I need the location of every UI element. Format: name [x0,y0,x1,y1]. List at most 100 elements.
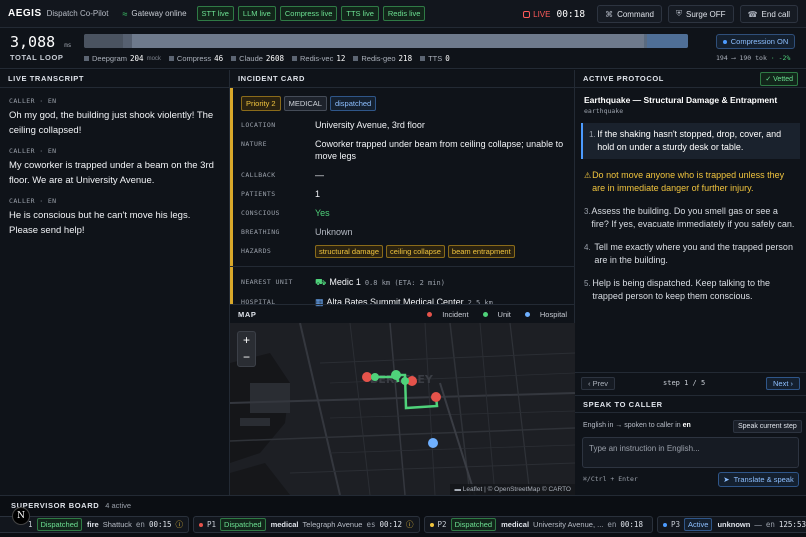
latency-legend: Deepgram 204 mock Compress 46 Claude 2608 Re… [84,54,458,63]
unit-key: NEAREST UNIT [241,278,293,286]
step-number: 3. [584,207,591,216]
total-number: 3,088 [10,33,56,51]
case-status: Dispatched [220,518,266,531]
warning-icon: ⚠ [584,171,592,180]
top-bar: AEGIS Dispatch Co-Pilot ≈ Gateway online… [0,0,806,28]
legend-deepgram: Deepgram 204 mock [84,54,161,63]
latency-segment-redis-geo [647,34,688,48]
hazards-list: structural damage ceiling collapse beam en… [315,245,567,258]
speak-title: SPEAK TO CALLER [575,395,806,413]
alert-icon: ⓘ [406,520,414,529]
case-item[interactable]: P3 Active unknown — en 125:53 [656,516,806,533]
hazard-tag: beam entrapment [447,245,515,258]
legend-redis-geo: Redis-geo 218 [353,54,412,63]
protocol-panel: ACTIVE PROTOCOL ✓ Vetted Earthquake — St… [575,70,806,495]
protocol-step[interactable]: 4. Tell me exactly where you and the tra… [575,241,806,267]
latency-segment-compress [123,34,132,48]
protocol-step[interactable]: 5. Help is being dispatched. Keep talkin… [575,277,806,303]
legend-incident: Incident [420,310,469,319]
case-item[interactable]: P1 Dispatched medical Telegraph Avenue e… [193,516,420,533]
speak-current-step-button[interactable]: Speak current step [733,420,802,433]
service-pills: STT live LLM live Compress live TTS live… [193,6,426,21]
unit-marker[interactable] [391,370,401,380]
vetted-badge: ✓ Vetted [760,71,798,86]
hazards-key: HAZARDS [241,247,272,255]
map-view[interactable]: BERKELEY + − ▬ Leaflet | © OpenStreetMap… [230,323,575,495]
unit-marker[interactable] [371,373,379,381]
step-indicator: step 1 / 5 [663,379,706,387]
service-pill-llm: LLM live [237,6,276,21]
case-list: 1 Dispatched fire Shattuck en 00:15 ⓘ P1… [0,516,806,533]
translate-speak-label: Translate & speak [733,475,794,484]
surge-button[interactable]: ⛨ Surge OFF [667,5,734,23]
map-header: MAP Incident Unit Hospital [230,304,575,323]
app-logo: AEGIS [8,8,42,19]
unit-name: Medic 1 [329,277,361,287]
callback-key: CALLBACK [241,171,276,179]
message-text: My coworker is trapped under a beam on t… [9,160,214,186]
step-text: Help is being dispatched. Keep talking t… [592,278,771,301]
priority-badge: Priority 2 [241,96,281,111]
nature-key: NATURE [241,140,267,148]
map-legend: Incident Unit Hospital [413,310,567,319]
case-item[interactable]: P2 Dispatched medical University Avenue,… [423,516,653,533]
legend-unit: Unit [476,310,511,319]
incident-marker[interactable] [431,392,441,402]
end-call-button[interactable]: ☎ End call [739,5,798,23]
total-unit: ms [64,42,72,49]
unit-eta: 0.8 km (ETA: 2 min) [364,279,445,287]
map-title: MAP [238,309,257,319]
service-pill-tts: TTS live [341,6,379,21]
unit-marker[interactable] [401,377,409,385]
legend-claude: Claude 2608 [231,54,284,63]
ambulance-icon: ⛟ [315,277,327,287]
protocol-step-current[interactable]: 1. If the shaking hasn't stopped, drop, … [581,123,800,159]
latency-metrics: 3,088 ms TOTAL LOOP Deepgram 204 mock Comp… [0,28,806,69]
transcript-message: CALLER · EN Oh my god, the building just… [0,97,229,138]
command-button[interactable]: ⌘ Command [597,5,662,23]
step-number: 4. [584,243,591,252]
nature-value: Coworker trapped under beam from ceiling… [315,139,564,161]
translate-speak-button[interactable]: ➤ Translate & speak [718,472,799,487]
legend-hospital: Hospital [518,310,567,319]
call-timer: 00:18 [556,8,586,20]
token-count: 194 ⟶ 190 tok · -2% [716,54,791,62]
end-call-label: End call [761,9,790,19]
next-step-button[interactable]: Next › [765,376,800,390]
priority-dot-icon [429,522,434,527]
location-key: LOCATION [241,121,276,129]
total-loop-value: 3,088 ms [10,33,71,51]
latency-bar [84,34,688,48]
protocol-step-warning[interactable]: ⚠ Do not move anyone who is trapped unle… [575,169,806,195]
protocol-step[interactable]: 3. Assess the building. Do you smell gas… [575,205,806,231]
next-dev-badge[interactable]: N [12,507,30,525]
instruction-input[interactable]: Type an instruction in English... [582,437,799,468]
hospital-marker[interactable] [428,438,438,448]
status-badge: dispatched [329,96,377,111]
category-badge: MEDICAL [283,96,327,111]
gateway-status: ≈ Gateway online [122,9,186,19]
location-value: University Avenue, 3rd floor [315,120,425,130]
step-text: If the shaking hasn't stopped, drop, cov… [597,129,782,152]
case-status: Dispatched [450,518,497,531]
incident-marker[interactable] [362,372,372,382]
speaker-label: CALLER · EN [9,197,57,205]
protocol-code: earthquake [584,107,624,115]
live-label: LIVE [533,9,551,19]
transcript-message: CALLER · EN He is conscious but he can't… [0,197,229,238]
total-loop-label: TOTAL LOOP [10,53,64,62]
case-status: Active [684,518,713,531]
map-attribution[interactable]: ▬ Leaflet | © OpenStreetMap © CARTO [450,484,575,495]
message-text: He is conscious but he can't move his le… [9,210,191,236]
shortcut-hint: ⌘/Ctrl + Enter [583,475,638,483]
compression-label: Compression ON [730,37,789,46]
legend-redis-vec: Redis-vec 12 [291,54,345,63]
prev-step-button[interactable]: ‹ Prev [581,376,616,390]
legend-compress: Compress 46 [168,54,223,63]
compression-toggle[interactable]: Compression ON [716,34,795,49]
step-number: 1. [589,130,596,139]
step-number: 5. [584,279,591,288]
command-icon: ⌘ [605,9,614,19]
incident-title: INCIDENT CARD [230,70,574,88]
live-indicator: LIVE [523,10,550,19]
